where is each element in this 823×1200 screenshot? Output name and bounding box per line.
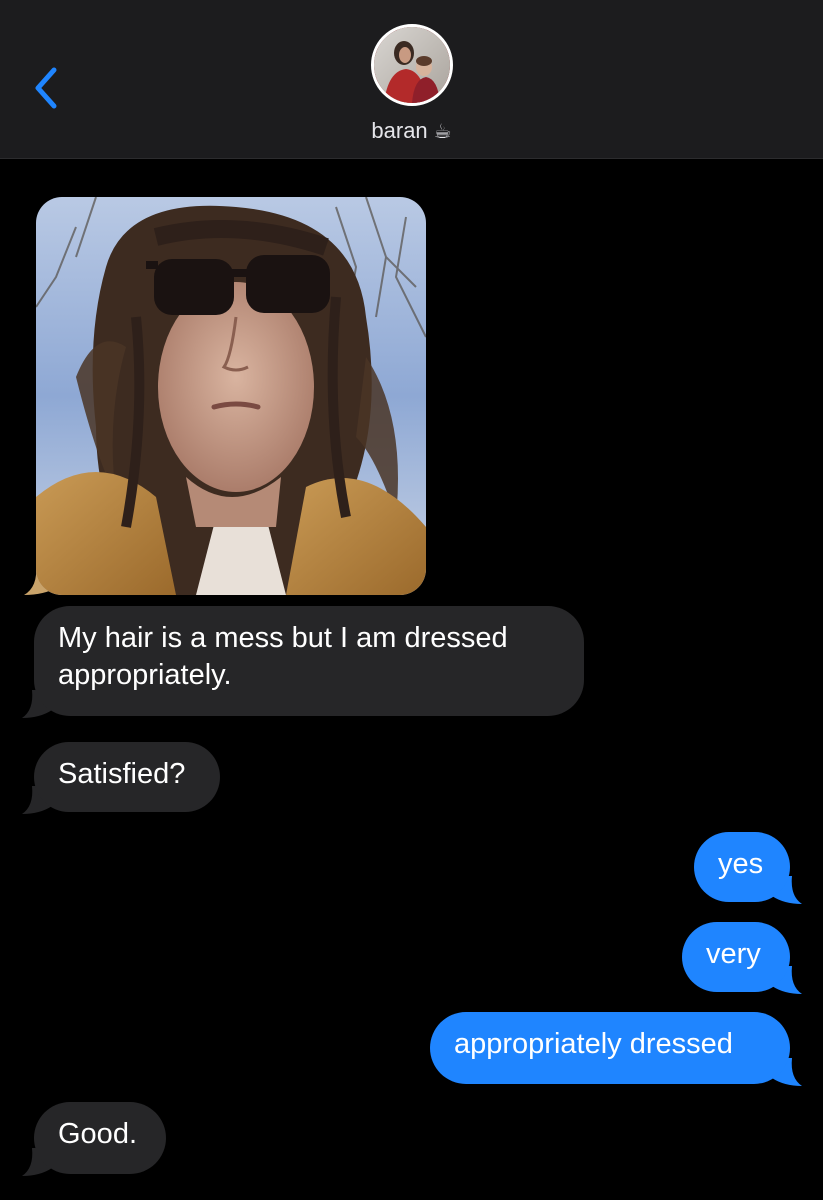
avatar-image [374,27,450,103]
incoming-message: Satisfied? [34,742,220,812]
selfie-photo [36,197,426,595]
contact-name[interactable]: baran ☕ [0,118,823,144]
message-text: very [706,938,761,970]
incoming-message: My hair is a mess but I am dressed appro… [34,606,584,716]
outgoing-message: yes [694,832,790,902]
message-text: yes [718,848,764,880]
message-text: Good. [58,1118,137,1150]
message-text: Satisfied? [58,758,186,790]
coffee-icon: ☕ [433,119,452,143]
back-button[interactable] [28,62,68,114]
contact-name-label: baran [371,118,428,143]
message-text: appropriately dressed [454,1028,733,1060]
outgoing-message: appropriately dressed [430,1012,790,1084]
chevron-left-icon [35,67,57,109]
photo-message[interactable] [36,197,426,595]
contact-avatar[interactable] [371,24,453,106]
conversation-header: baran ☕ [0,0,823,159]
outgoing-message: very [682,922,790,992]
incoming-message: Good. [34,1102,166,1174]
message-text: My hair is a mess but I am dressed appro… [58,622,508,691]
